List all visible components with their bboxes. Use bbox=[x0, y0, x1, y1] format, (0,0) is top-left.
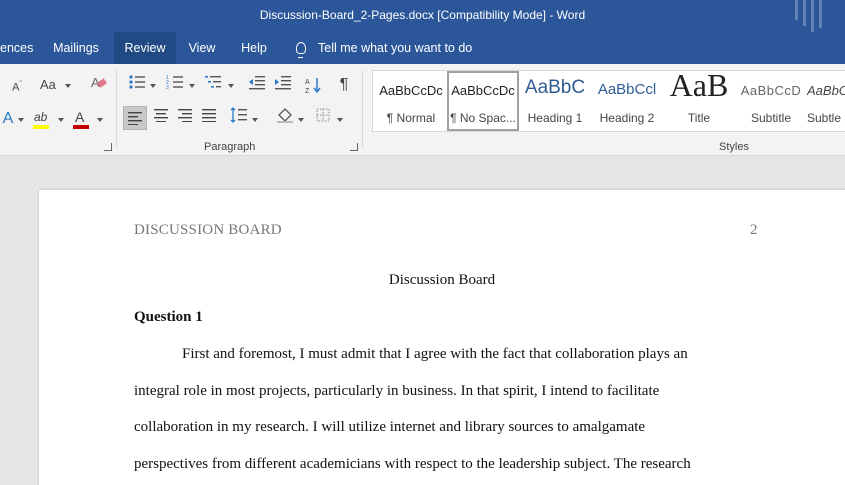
paint-bucket-icon bbox=[277, 108, 293, 123]
highlight-dropdown-icon[interactable] bbox=[58, 118, 64, 122]
bullets-button[interactable] bbox=[124, 74, 150, 96]
question-heading: Question 1 bbox=[134, 309, 203, 325]
styles-gallery: AaBbCcDc ¶ Normal AaBbCcDc ¶ No Spac... … bbox=[372, 70, 845, 132]
multilevel-dropdown-icon[interactable] bbox=[228, 84, 234, 88]
shrink-font-button[interactable]: Aˇ bbox=[6, 74, 28, 96]
title-bar-pattern bbox=[795, 0, 835, 32]
window-title: Discussion-Board_2-Pages.docx [Compatibi… bbox=[259, 8, 586, 22]
borders-icon bbox=[316, 108, 330, 122]
bullets-dropdown-icon[interactable] bbox=[150, 84, 156, 88]
page-number: 2 bbox=[750, 222, 758, 238]
tell-me-placeholder: Tell me what you want to do bbox=[318, 41, 473, 55]
body-line: collaboration in my research. I will uti… bbox=[134, 419, 646, 435]
show-formatting-button[interactable]: ¶ bbox=[331, 74, 357, 96]
style-no-spacing[interactable]: AaBbCcDc ¶ No Spac... bbox=[447, 71, 519, 131]
paragraph-dialog-launcher[interactable] bbox=[350, 143, 358, 151]
decrease-indent-icon bbox=[249, 76, 265, 90]
sort-button[interactable]: AZ bbox=[300, 74, 326, 96]
line-spacing-button[interactable] bbox=[226, 107, 252, 129]
svg-text:A: A bbox=[305, 79, 310, 86]
line-spacing-dropdown-icon[interactable] bbox=[252, 118, 258, 122]
style-heading-2[interactable]: AaBbCcl Heading 2 bbox=[591, 71, 663, 131]
justify-button[interactable] bbox=[196, 107, 222, 129]
multilevel-list-button[interactable] bbox=[200, 74, 226, 96]
body-line: perspectives from different academicians… bbox=[134, 456, 691, 472]
clear-formatting-button[interactable]: A bbox=[86, 74, 112, 96]
numbering-button[interactable]: 123 bbox=[162, 74, 188, 96]
font-color-dropdown-icon[interactable] bbox=[97, 118, 103, 122]
style-title[interactable]: AaB Title bbox=[663, 71, 735, 131]
tab-mailings[interactable]: Mailings bbox=[44, 32, 108, 64]
align-center-button[interactable] bbox=[148, 107, 174, 129]
style-heading-1[interactable]: AaBbC Heading 1 bbox=[519, 71, 591, 131]
ribbon-tabs: ences Mailings Review View Help Tell me … bbox=[0, 32, 845, 64]
style-subtitle[interactable]: AaBbCcD Subtitle bbox=[735, 71, 807, 131]
running-head: DISCUSSION BOARD bbox=[134, 222, 282, 238]
align-right-icon bbox=[178, 109, 192, 123]
tab-review[interactable]: Review bbox=[114, 32, 176, 64]
borders-dropdown-icon[interactable] bbox=[337, 118, 343, 122]
eraser-icon: A bbox=[91, 75, 107, 90]
increase-indent-button[interactable] bbox=[270, 74, 296, 96]
highlight-button[interactable]: ab bbox=[30, 108, 56, 130]
ribbon: Aˇ Aa A A ab A 123 AZ ¶ Paragraph AaBbCc… bbox=[0, 64, 845, 156]
sort-icon: AZ bbox=[305, 78, 321, 95]
borders-button[interactable] bbox=[310, 107, 336, 129]
body-line: First and foremost, I must admit that I … bbox=[182, 346, 688, 362]
tab-view[interactable]: View bbox=[182, 32, 222, 64]
tab-references[interactable]: ences bbox=[0, 32, 33, 64]
shading-dropdown-icon[interactable] bbox=[298, 118, 304, 122]
numbering-icon: 123 bbox=[166, 75, 183, 91]
tab-help[interactable]: Help bbox=[234, 32, 274, 64]
align-left-icon bbox=[128, 112, 142, 126]
ribbon-separator bbox=[116, 70, 117, 148]
style-subtle-emphasis[interactable]: AaBbCcl Subtle bbox=[807, 71, 845, 131]
bullets-icon bbox=[129, 75, 145, 89]
font-dialog-launcher[interactable] bbox=[104, 143, 112, 151]
text-effects-dropdown-icon[interactable] bbox=[18, 118, 24, 122]
body-line: integral role in most projects, particul… bbox=[134, 383, 660, 399]
styles-group-label: Styles bbox=[719, 141, 749, 153]
multilevel-list-icon bbox=[205, 76, 221, 88]
ribbon-separator bbox=[362, 70, 363, 148]
numbering-dropdown-icon[interactable] bbox=[189, 84, 195, 88]
style-normal[interactable]: AaBbCcDc ¶ Normal bbox=[375, 71, 447, 131]
align-right-button[interactable] bbox=[172, 107, 198, 129]
line-spacing-icon bbox=[230, 107, 247, 123]
document-area: DISCUSSION BOARD 2 Discussion Board Ques… bbox=[0, 157, 845, 485]
lightbulb-icon bbox=[296, 41, 306, 58]
document-title: Discussion Board bbox=[388, 272, 496, 288]
tell-me-search[interactable]: Tell me what you want to do bbox=[296, 32, 472, 64]
change-case-dropdown-icon[interactable] bbox=[65, 84, 71, 88]
decrease-indent-button[interactable] bbox=[244, 74, 270, 96]
justify-icon bbox=[202, 109, 216, 123]
title-bar: Discussion-Board_2-Pages.docx [Compatibi… bbox=[0, 0, 845, 32]
document-page[interactable]: DISCUSSION BOARD 2 Discussion Board Ques… bbox=[39, 190, 845, 485]
shading-button[interactable] bbox=[272, 107, 298, 129]
text-effects-button[interactable]: A bbox=[0, 108, 16, 130]
font-color-button[interactable]: A bbox=[70, 108, 96, 130]
svg-text:3: 3 bbox=[166, 85, 169, 90]
increase-indent-icon bbox=[275, 76, 291, 90]
align-left-button[interactable] bbox=[123, 106, 147, 130]
align-center-icon bbox=[154, 109, 168, 123]
svg-text:Z: Z bbox=[305, 88, 310, 94]
paragraph-group-label: Paragraph bbox=[204, 141, 256, 153]
